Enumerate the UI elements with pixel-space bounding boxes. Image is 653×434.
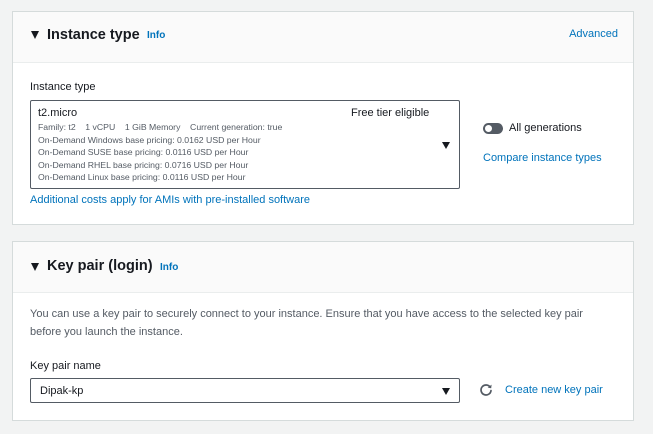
pricing-linux: On-Demand Linux base pricing: 0.0116 USD…: [38, 172, 246, 182]
key-pair-name-label: Key pair name: [30, 360, 101, 372]
pricing-rhel: On-Demand RHEL base pricing: 0.0716 USD …: [38, 159, 249, 170]
dropdown-arrow-icon: [442, 142, 450, 149]
instance-type-field-label: Instance type: [30, 81, 96, 93]
toggle-knob: [485, 125, 492, 132]
instance-specs: Family: t2 1 vCPU 1 GiB Memory Current g…: [38, 122, 283, 132]
instance-type-panel: Instance type Info Advanced Instance typ…: [12, 11, 634, 225]
instance-type-panel-header[interactable]: Instance type Info Advanced: [13, 12, 633, 63]
additional-costs-link[interactable]: Additional costs apply for AMIs with pre…: [30, 194, 310, 206]
collapse-caret-icon[interactable]: [31, 31, 39, 39]
key-pair-panel-header[interactable]: Key pair (login) Info: [13, 242, 633, 293]
compare-instance-types-link[interactable]: Compare instance types: [483, 152, 602, 164]
advanced-link[interactable]: Advanced: [569, 28, 618, 40]
dropdown-arrow-icon: [442, 388, 450, 395]
collapse-caret-icon[interactable]: [31, 263, 39, 271]
info-link[interactable]: Info: [160, 262, 178, 273]
refresh-icon[interactable]: [479, 383, 493, 397]
all-generations-toggle[interactable]: [483, 123, 503, 134]
all-generations-label: All generations: [509, 122, 582, 134]
pricing-windows: On-Demand Windows base pricing: 0.0162 U…: [38, 134, 261, 145]
instance-type-select[interactable]: t2.micro Free tier eligible Family: t2 1…: [30, 100, 460, 189]
key-pair-panel: Key pair (login) Info You can use a key …: [12, 241, 634, 421]
key-pair-select[interactable]: Dipak-kp: [30, 378, 460, 403]
key-pair-description-line1: You can use a key pair to securely conne…: [30, 308, 583, 320]
pricing-suse: On-Demand SUSE base pricing: 0.0116 USD …: [38, 147, 249, 157]
instance-type-name: t2.micro: [38, 107, 78, 119]
free-tier-badge: Free tier eligible: [351, 107, 430, 119]
info-link[interactable]: Info: [147, 30, 165, 41]
create-new-key-pair-link[interactable]: Create new key pair: [505, 384, 603, 396]
key-pair-description-line2: before you launch the instance.: [30, 326, 183, 338]
panel-title: Key pair (login): [47, 258, 153, 274]
key-pair-selected-value: Dipak-kp: [40, 385, 84, 397]
panel-title: Instance type: [47, 27, 140, 43]
